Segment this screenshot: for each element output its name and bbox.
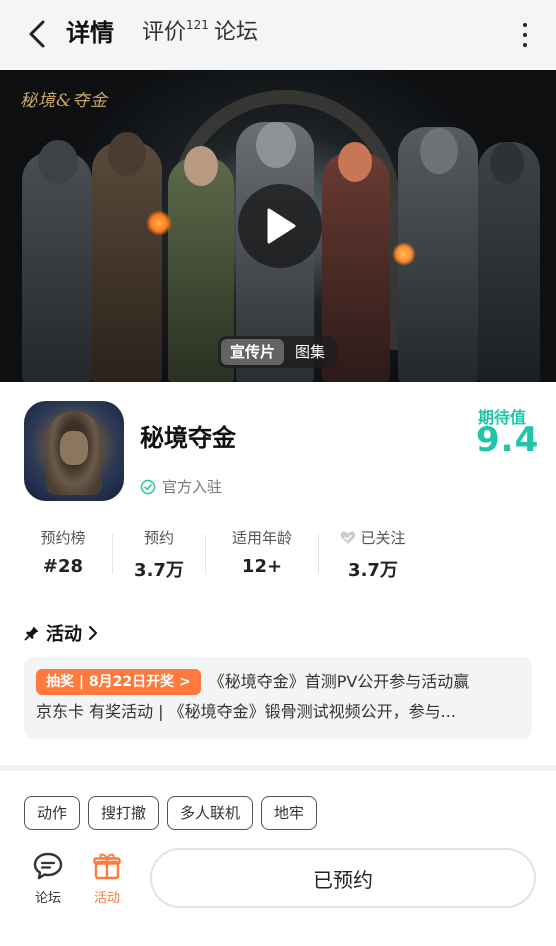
media-type-switch: 宣传片 图集: [218, 336, 338, 368]
expectation-score: 9.4: [476, 420, 540, 460]
activity-title: 活动: [46, 624, 82, 645]
tab-reviews-label: 评价: [142, 20, 187, 45]
stat-age-rating[interactable]: 适用年龄 12+: [224, 526, 300, 578]
app-name: 秘境夺金: [140, 424, 236, 452]
stat-value: 12+: [241, 556, 283, 577]
more-options-button[interactable]: [520, 20, 530, 50]
stat-followers[interactable]: 已关注 3.7万: [334, 526, 412, 582]
media-tab-trailer[interactable]: 宣传片: [221, 339, 285, 365]
more-dot: [523, 43, 527, 47]
section-divider: [0, 765, 556, 771]
app-icon: [24, 401, 124, 501]
stat-label: 预约榜: [40, 528, 86, 547]
tag-action[interactable]: 动作: [24, 796, 81, 830]
character-figure: [92, 142, 162, 382]
play-icon: [267, 208, 296, 244]
tab-forum[interactable]: 论坛: [214, 18, 258, 48]
review-count-badge: 121: [186, 18, 209, 32]
stat-divider: [112, 534, 113, 574]
hero-banner: 秘境&夺金 宣传片 图集: [0, 70, 556, 382]
stat-label: 预约: [143, 528, 174, 547]
torch-glow: [392, 242, 416, 266]
reserved-button[interactable]: 已预约: [150, 848, 536, 908]
top-nav-bar: 详情 评价 121 论坛: [0, 0, 556, 70]
activity-card[interactable]: 抽奖 | 8月22日开奖 > 《秘境夺金》首测PV公开参与活动赢 京东卡 有奖活动…: [24, 657, 532, 739]
tag-list: 动作 搜打撤 多人联机 地牢: [24, 796, 318, 830]
activity-text-1: 《秘境夺金》首测PV公开参与活动赢: [208, 672, 470, 691]
stat-value: 3.7万: [348, 560, 398, 581]
stat-label: 已关注: [360, 528, 406, 547]
activity-label: 活动: [93, 891, 120, 906]
official-badge: 官方入驻: [140, 476, 222, 497]
stat-ranking[interactable]: 预约榜 #28: [30, 526, 96, 578]
tag-extraction[interactable]: 搜打撤: [88, 796, 160, 830]
character-figure: [22, 152, 92, 382]
media-tab-gallery[interactable]: 图集: [286, 339, 334, 365]
character-head: [490, 142, 524, 184]
tab-details-label: 详情: [66, 19, 114, 47]
stat-reservations: 预约 3.7万: [124, 526, 194, 582]
character-head: [108, 132, 146, 176]
lottery-badge: 抽奖 | 8月22日开奖 >: [36, 669, 201, 695]
character-head: [38, 140, 78, 184]
chevron-left-icon: [29, 20, 45, 48]
more-dot: [523, 33, 527, 37]
tag-multiplayer[interactable]: 多人联机: [167, 796, 254, 830]
activity-text-2: 京东卡 有奖活动 | 《秘境夺金》锻骨测试视频公开，参与...: [36, 702, 456, 721]
stats-row: 预约榜 #28 预约 3.7万 适用年龄 12+ 已关注 3.7万: [0, 526, 556, 586]
check-circle-icon: [140, 479, 156, 494]
stat-divider: [318, 534, 319, 574]
character-head: [420, 128, 458, 174]
stat-value: #28: [42, 556, 84, 577]
official-label: 官方入驻: [162, 478, 223, 496]
stat-divider: [205, 534, 206, 574]
gift-icon: [93, 853, 121, 880]
stat-label-wrap: 已关注: [334, 526, 412, 548]
tab-reviews[interactable]: 评价 121: [142, 18, 209, 48]
forum-chat-icon: [33, 852, 63, 880]
tab-details[interactable]: 详情: [66, 18, 114, 48]
forum-button[interactable]: 论坛: [23, 851, 73, 906]
more-vertical-icon: [523, 23, 527, 27]
torch-glow: [146, 210, 172, 236]
back-button[interactable]: [22, 16, 52, 52]
play-video-button[interactable]: [238, 184, 322, 268]
game-logo: 秘境&夺金: [20, 91, 109, 111]
character-head: [256, 122, 296, 168]
heart-check-icon: [341, 531, 356, 544]
stat-label: 适用年龄: [231, 528, 292, 547]
activity-button[interactable]: 活动: [82, 851, 132, 906]
face-figure: [60, 431, 88, 465]
activity-section-header[interactable]: 活动: [24, 620, 98, 646]
chevron-right-icon: [89, 626, 97, 640]
character-head: [338, 142, 372, 182]
tab-forum-label: 论坛: [214, 20, 259, 45]
forum-label: 论坛: [34, 891, 61, 906]
tag-dungeon[interactable]: 地牢: [261, 796, 318, 830]
character-head: [184, 146, 218, 186]
activity-line-1: 抽奖 | 8月22日开奖 > 《秘境夺金》首测PV公开参与活动赢: [36, 667, 520, 697]
pin-icon: [24, 626, 39, 641]
stat-value: 3.7万: [134, 560, 184, 581]
